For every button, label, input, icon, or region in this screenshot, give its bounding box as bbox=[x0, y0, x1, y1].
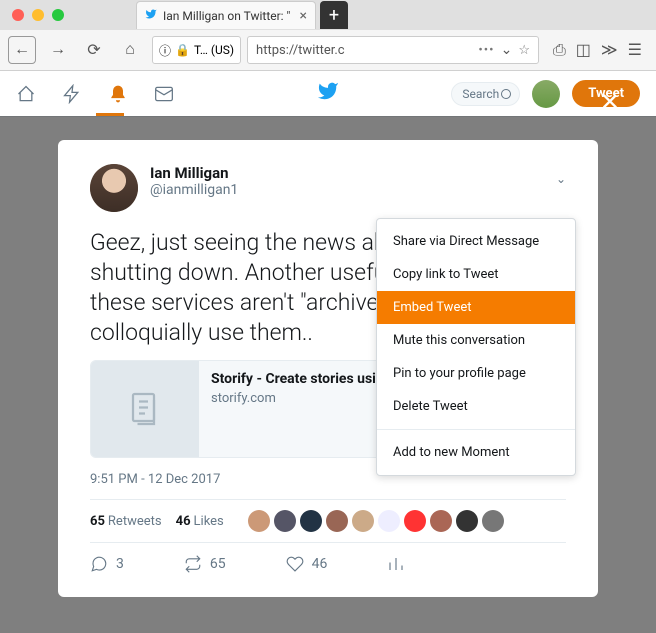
tweet-menu-caret-icon[interactable]: ⌄ bbox=[556, 172, 566, 186]
modal-overlay[interactable]: ✕ Ian Milligan @ianmilligan1 ⌄ Share via… bbox=[0, 116, 656, 633]
menu-share-dm[interactable]: Share via Direct Message bbox=[377, 225, 575, 258]
home-button[interactable]: ⌂ bbox=[116, 36, 144, 64]
analytics-button[interactable] bbox=[387, 555, 405, 573]
likes-stat[interactable]: 46Likes bbox=[176, 514, 224, 529]
back-button[interactable]: ← bbox=[8, 36, 36, 64]
window-controls bbox=[0, 9, 76, 21]
menu-separator bbox=[377, 429, 575, 430]
liker-avatar[interactable] bbox=[326, 510, 348, 532]
moments-icon[interactable] bbox=[62, 84, 82, 104]
page-actions-icon[interactable]: ••• bbox=[478, 43, 494, 58]
toolbar-right: ⎙ ◫ ≫ ☰ bbox=[547, 40, 648, 60]
browser-chrome: Ian Milligan on Twitter: "Geez, j… × + ←… bbox=[0, 0, 656, 71]
like-button[interactable]: 46 bbox=[286, 555, 328, 573]
liker-avatar[interactable] bbox=[300, 510, 322, 532]
divider bbox=[90, 542, 566, 543]
window-minimize-button[interactable] bbox=[32, 9, 44, 21]
ssl-label: T… (US) bbox=[194, 43, 234, 57]
library-icon[interactable]: ⎙ bbox=[553, 40, 566, 60]
tab-close-icon[interactable]: × bbox=[300, 8, 307, 24]
reply-icon bbox=[90, 555, 108, 573]
liker-avatar[interactable] bbox=[352, 510, 374, 532]
liker-avatar[interactable] bbox=[404, 510, 426, 532]
browser-tab[interactable]: Ian Milligan on Twitter: "Geez, j… × bbox=[136, 1, 316, 29]
menu-delete[interactable]: Delete Tweet bbox=[377, 390, 575, 423]
document-icon bbox=[127, 391, 163, 427]
lock-icon: 🔒 bbox=[175, 43, 190, 57]
sidebar-icon[interactable]: ◫ bbox=[576, 40, 591, 60]
info-icon: ⓘ bbox=[159, 42, 171, 59]
url-bar[interactable]: https://twitter.c ••• ⌄ ☆ bbox=[247, 36, 539, 64]
twitter-logo-icon[interactable] bbox=[317, 80, 339, 107]
notifications-icon[interactable] bbox=[108, 84, 128, 104]
site-identity[interactable]: ⓘ 🔒 T… (US) bbox=[152, 36, 241, 64]
window-close-button[interactable] bbox=[12, 9, 24, 21]
liker-avatar[interactable] bbox=[430, 510, 452, 532]
liker-avatar[interactable] bbox=[274, 510, 296, 532]
author-avatar[interactable] bbox=[90, 164, 138, 212]
tab-title: Ian Milligan on Twitter: "Geez, j… bbox=[163, 9, 290, 23]
card-thumbnail bbox=[91, 361, 199, 457]
author-handle[interactable]: @ianmilligan1 bbox=[150, 182, 238, 198]
author-display-name[interactable]: Ian Milligan bbox=[150, 164, 238, 182]
browser-toolbar: ← → ⟳ ⌂ ⓘ 🔒 T… (US) https://twitter.c ••… bbox=[0, 30, 656, 70]
menu-add-moment[interactable]: Add to new Moment bbox=[377, 436, 575, 469]
reload-button[interactable]: ⟳ bbox=[80, 36, 108, 64]
overflow-icon[interactable]: ≫ bbox=[601, 40, 618, 60]
twitter-nav: Search Tweet bbox=[0, 71, 656, 117]
forward-button[interactable]: → bbox=[44, 36, 72, 64]
retweet-button[interactable]: 65 bbox=[184, 555, 226, 573]
close-modal-button[interactable]: ✕ bbox=[600, 88, 620, 116]
menu-embed-tweet[interactable]: Embed Tweet bbox=[377, 291, 575, 324]
tweet-header: Ian Milligan @ianmilligan1 ⌄ Share via D… bbox=[90, 164, 566, 212]
analytics-icon bbox=[387, 555, 405, 573]
liker-avatar[interactable] bbox=[482, 510, 504, 532]
reply-button[interactable]: 3 bbox=[90, 555, 124, 573]
tweet-actions: 3 65 46 bbox=[90, 555, 566, 573]
new-tab-button[interactable]: + bbox=[320, 1, 348, 29]
liker-avatars[interactable] bbox=[248, 510, 504, 532]
liker-avatar[interactable] bbox=[378, 510, 400, 532]
window-maximize-button[interactable] bbox=[52, 9, 64, 21]
pocket-icon[interactable]: ⌄ bbox=[501, 42, 513, 58]
home-icon[interactable] bbox=[16, 84, 36, 104]
tab-strip: Ian Milligan on Twitter: "Geez, j… × + bbox=[0, 0, 656, 30]
url-bar-container: ⓘ 🔒 T… (US) https://twitter.c ••• ⌄ ☆ bbox=[152, 36, 539, 64]
search-input[interactable]: Search bbox=[451, 82, 520, 106]
menu-icon[interactable]: ☰ bbox=[628, 40, 642, 60]
bookmark-star-icon[interactable]: ☆ bbox=[518, 43, 530, 58]
divider bbox=[90, 499, 566, 500]
liker-avatar[interactable] bbox=[456, 510, 478, 532]
tweet-actions-dropdown: Share via Direct Message Copy link to Tw… bbox=[376, 218, 576, 476]
tweet-modal: Ian Milligan @ianmilligan1 ⌄ Share via D… bbox=[58, 140, 598, 597]
retweet-icon bbox=[184, 555, 202, 573]
url-text: https://twitter.c bbox=[256, 43, 345, 58]
menu-mute[interactable]: Mute this conversation bbox=[377, 324, 575, 357]
menu-pin[interactable]: Pin to your profile page bbox=[377, 357, 575, 390]
messages-icon[interactable] bbox=[154, 84, 174, 104]
heart-icon bbox=[286, 555, 304, 573]
tweet-stats: 65Retweets 46Likes bbox=[90, 510, 566, 532]
liker-avatar[interactable] bbox=[248, 510, 270, 532]
twitter-favicon-icon bbox=[145, 8, 157, 23]
retweets-stat[interactable]: 65Retweets bbox=[90, 514, 162, 529]
menu-copy-link[interactable]: Copy link to Tweet bbox=[377, 258, 575, 291]
account-avatar[interactable] bbox=[532, 80, 560, 108]
